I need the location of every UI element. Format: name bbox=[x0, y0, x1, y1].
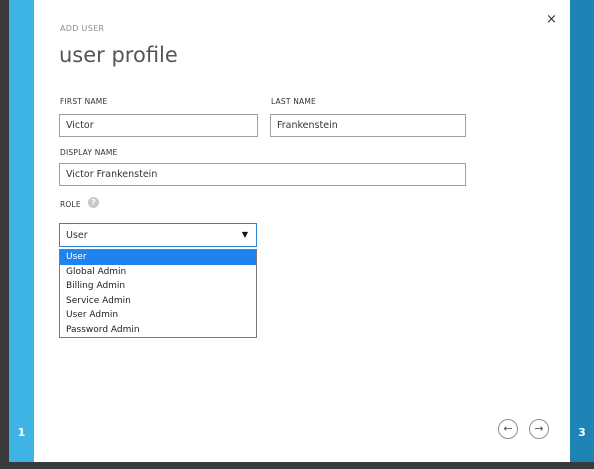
back-icon[interactable]: ← bbox=[498, 419, 518, 439]
add-user-dialog: × ADD USER user profile FIRST NAME Victo… bbox=[34, 0, 570, 462]
role-label: ROLE bbox=[60, 200, 81, 209]
role-dropdown: User Global Admin Billing Admin Service … bbox=[59, 249, 257, 338]
left-step-panel[interactable]: 1 bbox=[9, 0, 34, 462]
help-icon[interactable]: ? bbox=[88, 197, 99, 208]
wizard-frame: 1 × ADD USER user profile FIRST NAME Vic… bbox=[0, 0, 594, 469]
next-icon[interactable]: → bbox=[529, 419, 549, 439]
role-option-user[interactable]: User bbox=[60, 250, 256, 265]
chevron-down-icon: ▼ bbox=[241, 230, 248, 239]
wizard-eyebrow: ADD USER bbox=[60, 24, 105, 33]
role-option-password-admin[interactable]: Password Admin bbox=[60, 323, 256, 338]
role-option-service-admin[interactable]: Service Admin bbox=[60, 294, 256, 309]
right-step-number: 3 bbox=[578, 426, 586, 439]
role-option-global-admin[interactable]: Global Admin bbox=[60, 265, 256, 280]
role-option-billing-admin[interactable]: Billing Admin bbox=[60, 279, 256, 294]
role-select[interactable]: User ▼ bbox=[59, 223, 257, 247]
display-name-label: DISPLAY NAME bbox=[60, 148, 118, 157]
close-icon[interactable]: × bbox=[546, 12, 557, 27]
right-step-panel[interactable]: 3 bbox=[570, 0, 594, 462]
last-name-field[interactable]: Frankenstein bbox=[270, 114, 466, 137]
left-step-number: 1 bbox=[17, 426, 26, 439]
role-option-user-admin[interactable]: User Admin bbox=[60, 308, 256, 323]
display-name-field[interactable]: Victor Frankenstein bbox=[59, 163, 466, 186]
first-name-field[interactable]: Victor bbox=[59, 114, 258, 137]
last-name-label: LAST NAME bbox=[271, 97, 316, 106]
page-title: user profile bbox=[59, 43, 178, 67]
first-name-label: FIRST NAME bbox=[60, 97, 108, 106]
role-selected-value: User bbox=[66, 230, 88, 241]
